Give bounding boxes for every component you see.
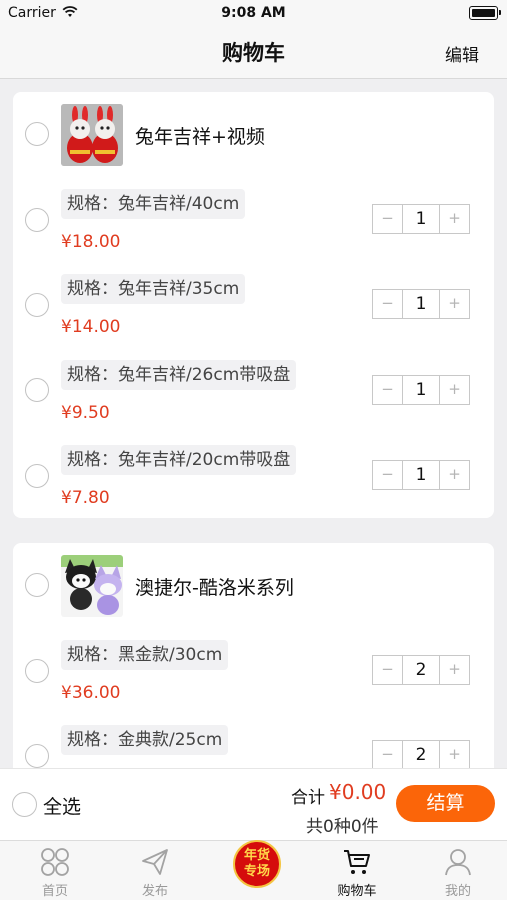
cart-group: 兔年吉祥+视频 规格：兔年吉祥/40cm ¥18.00 − 1 + 规格：兔年吉…	[13, 92, 494, 518]
item-price: ¥9.50	[61, 403, 110, 423]
spec-tag: 规格：兔年吉祥/40cm	[61, 189, 246, 219]
increment-button[interactable]: +	[440, 205, 469, 233]
quantity-input[interactable]: 2	[402, 656, 440, 684]
decrement-button[interactable]: −	[373, 376, 402, 404]
tab-publish[interactable]: 发布	[105, 841, 205, 900]
product-thumbnail[interactable]	[61, 104, 123, 166]
decrement-button[interactable]: −	[373, 290, 402, 318]
item-select-radio[interactable]	[25, 464, 49, 488]
decrement-button[interactable]: −	[373, 741, 402, 768]
promo-line: 年货	[243, 848, 270, 863]
quantity-stepper: − 1 +	[372, 460, 470, 490]
item-price: ¥7.80	[61, 488, 110, 508]
battery-icon	[469, 6, 501, 20]
quantity-stepper: − 1 +	[372, 204, 470, 234]
total-price: ¥0.00	[329, 780, 387, 804]
group-select-radio[interactable]	[25, 573, 49, 597]
decrement-button[interactable]: −	[373, 205, 402, 233]
decrement-button[interactable]: −	[373, 461, 402, 489]
increment-button[interactable]: +	[440, 376, 469, 404]
tab-bar: 首页 发布 年货 专场 购物车 我的	[0, 840, 507, 900]
tab-home[interactable]: 首页	[5, 841, 105, 900]
quantity-input[interactable]: 1	[402, 290, 440, 318]
item-count: 共0种0件	[306, 817, 379, 837]
status-bar: Carrier 9:08 AM	[0, 0, 507, 28]
select-all-radio[interactable]	[12, 792, 37, 817]
edit-button[interactable]: 编辑	[445, 41, 479, 66]
decrement-button[interactable]: −	[373, 656, 402, 684]
tab-profile[interactable]: 我的	[408, 841, 507, 900]
quantity-stepper: − 1 +	[372, 289, 470, 319]
increment-button[interactable]: +	[440, 741, 469, 768]
tab-label: 购物车	[337, 884, 377, 899]
tab-label: 首页	[41, 884, 68, 899]
tab-cart[interactable]: 购物车	[307, 841, 407, 900]
increment-button[interactable]: +	[440, 290, 469, 318]
home-grid-icon	[41, 848, 69, 876]
nav-bar: 购物车 编辑	[0, 28, 507, 79]
quantity-input[interactable]: 1	[402, 205, 440, 233]
item-price: ¥36.00	[61, 683, 121, 703]
item-price: ¥14.00	[61, 317, 121, 337]
tab-label: 我的	[444, 884, 471, 899]
kuromi-plush-image	[61, 555, 123, 617]
spec-tag: 规格：兔年吉祥/20cm带吸盘	[61, 445, 297, 475]
product-name[interactable]: 澳捷尔-酷洛米系列	[135, 573, 294, 600]
cart-list[interactable]: 兔年吉祥+视频 规格：兔年吉祥/40cm ¥18.00 − 1 + 规格：兔年吉…	[0, 79, 507, 768]
status-time: 9:08 AM	[221, 5, 286, 21]
product-thumbnail[interactable]	[61, 555, 123, 617]
quantity-input[interactable]: 2	[402, 741, 440, 768]
promo-badge[interactable]: 年货 专场	[233, 840, 281, 888]
product-name[interactable]: 兔年吉祥+视频	[135, 122, 265, 149]
spec-tag: 规格：黑金款/30cm	[61, 640, 229, 670]
item-select-radio[interactable]	[25, 208, 49, 232]
cart-icon	[344, 850, 370, 874]
spec-tag: 规格：兔年吉祥/26cm带吸盘	[61, 360, 297, 390]
checkout-button[interactable]: 结算	[396, 785, 495, 822]
page-title: 购物车	[222, 41, 285, 65]
quantity-stepper: − 2 +	[372, 740, 470, 768]
cart-group: 澳捷尔-酷洛米系列 规格：黑金款/30cm ¥36.00 − 2 + 规格：金典…	[13, 543, 494, 768]
tab-label: 发布	[141, 884, 168, 899]
item-select-radio[interactable]	[25, 659, 49, 683]
item-select-radio[interactable]	[25, 378, 49, 402]
paper-plane-icon	[142, 849, 168, 875]
group-select-radio[interactable]	[25, 122, 49, 146]
checkout-bar: 全选 合计 ¥0.00 共0种0件 结算	[0, 768, 507, 840]
item-select-radio[interactable]	[25, 744, 49, 768]
spec-tag: 规格：兔年吉祥/35cm	[61, 274, 246, 304]
spec-tag: 规格：金典款/25cm	[61, 725, 229, 755]
item-price: ¥18.00	[61, 232, 121, 252]
select-all-label[interactable]: 全选	[43, 792, 81, 819]
increment-button[interactable]: +	[440, 656, 469, 684]
total-label: 合计	[291, 788, 325, 808]
quantity-stepper: − 1 +	[372, 375, 470, 405]
quantity-stepper: − 2 +	[372, 655, 470, 685]
increment-button[interactable]: +	[440, 461, 469, 489]
item-select-radio[interactable]	[25, 293, 49, 317]
promo-line: 专场	[243, 864, 270, 879]
rabbit-plush-image	[61, 104, 123, 166]
quantity-input[interactable]: 1	[402, 461, 440, 489]
user-icon	[445, 849, 471, 876]
quantity-input[interactable]: 1	[402, 376, 440, 404]
